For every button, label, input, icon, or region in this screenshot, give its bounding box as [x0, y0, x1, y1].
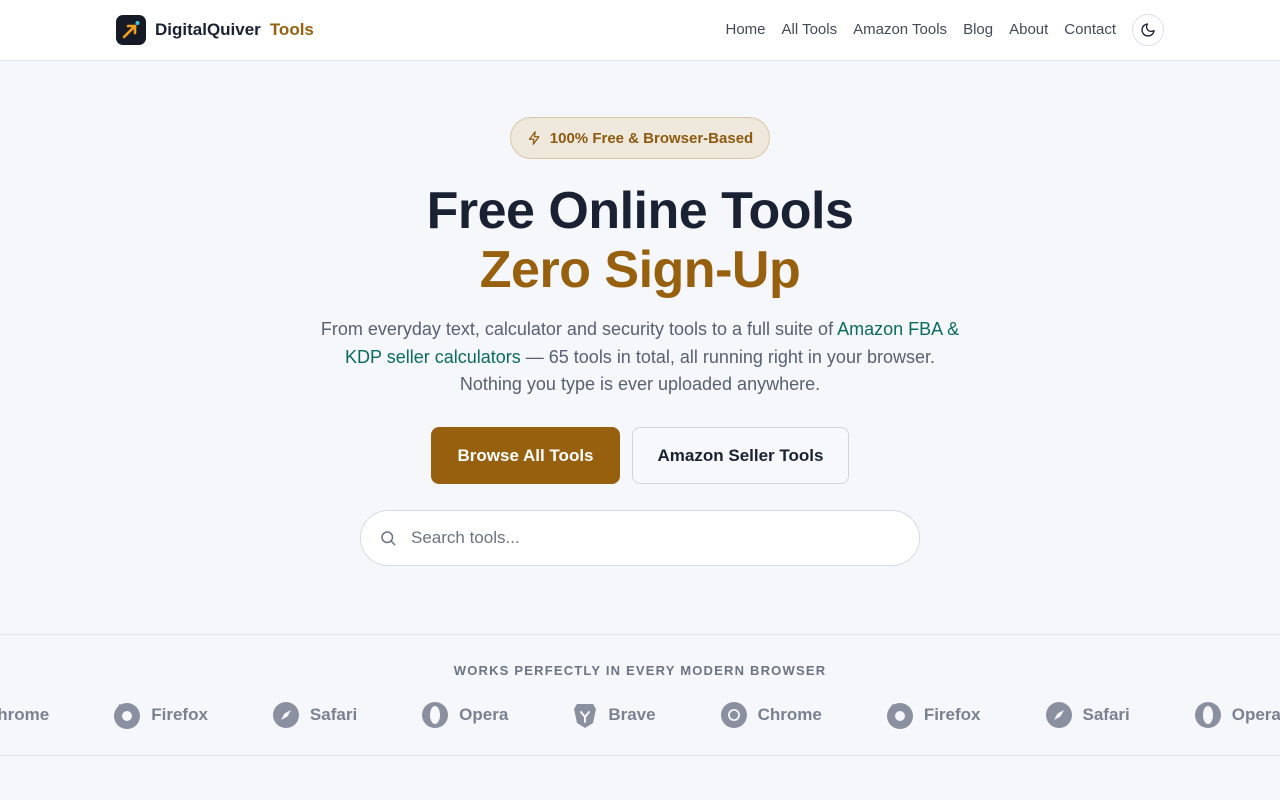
browser-name: Safari — [1082, 705, 1130, 724]
nav-all-tools[interactable]: All Tools — [782, 14, 838, 46]
search-icon — [381, 531, 396, 546]
tool-search[interactable] — [360, 510, 920, 566]
theme-toggle-button[interactable] — [1132, 14, 1164, 46]
nav-blog[interactable]: Blog — [963, 14, 993, 46]
browser-item-firefox: Firefox — [113, 699, 208, 731]
strip-title: WORKS PERFECTLY IN EVERY MODERN BROWSER — [453, 663, 827, 678]
browse-all-tools-button[interactable]: Browse All Tools — [431, 427, 620, 484]
lightning-icon — [528, 131, 540, 145]
main-nav: Home All Tools Amazon Tools Blog About C… — [726, 14, 1164, 46]
browser-item-brave: Brave — [572, 699, 656, 731]
browser-name: Firefox — [151, 705, 208, 724]
nav-contact[interactable]: Contact — [1064, 14, 1116, 46]
browser-name: Firefox — [923, 705, 981, 724]
browser-name: Opera — [459, 705, 509, 724]
site-header: DigitalQuiver Tools Home All Tools Amazo… — [0, 0, 1280, 61]
browser-name: Brave — [608, 705, 656, 724]
safari-icon — [272, 702, 299, 728]
opera-icon — [1194, 702, 1221, 728]
hero-subtitle: Zero Sign-Up — [479, 241, 801, 299]
nav-about[interactable]: About — [1009, 14, 1048, 46]
browser-item-safari: Safari — [1045, 699, 1130, 731]
firefox-icon — [886, 703, 913, 729]
nav-amazon-tools[interactable]: Amazon Tools — [853, 14, 947, 46]
moon-icon — [1141, 23, 1155, 37]
browser-name: Opera — [1231, 705, 1280, 724]
search-input[interactable] — [411, 528, 881, 548]
firefox-icon — [114, 703, 141, 729]
browser-name: Chrome — [757, 705, 822, 724]
opera-icon — [422, 702, 449, 728]
browser-item-chrome: Chrome — [720, 699, 822, 731]
hero-description: From everyday text, calculator and secur… — [320, 316, 960, 399]
browser-marquee: Chrome Firefox Safari Opera Brave Chrome… — [0, 699, 1280, 731]
brand-accent: Tools — [269, 20, 314, 39]
browser-item-firefox: Firefox — [886, 699, 981, 731]
browser-name: Safari — [309, 705, 358, 724]
lead-text-1: From everyday text, calculator and secur… — [320, 319, 838, 339]
brave-icon — [574, 704, 597, 728]
amazon-seller-tools-button[interactable]: Amazon Seller Tools — [632, 427, 849, 484]
browser-name: Chrome — [0, 705, 50, 724]
free-badge: 100% Free & Browser-Based — [510, 117, 770, 159]
safari-icon — [1045, 702, 1072, 728]
brand-logo[interactable]: DigitalQuiver Tools — [116, 15, 314, 45]
chrome-icon — [720, 702, 747, 728]
browser-item-safari: Safari — [272, 699, 357, 731]
brand-name: DigitalQuiver — [155, 20, 261, 39]
lead-text-2: — 65 tools in total, all running right i… — [459, 346, 935, 395]
arrow-logo-icon — [116, 15, 146, 45]
nav-home[interactable]: Home — [726, 14, 766, 46]
hero-title: Free Online Tools — [426, 182, 854, 240]
browser-item-opera: Opera — [421, 699, 508, 731]
browser-item-chrome: Chrome — [0, 699, 49, 731]
browser-item-opera: Opera — [1194, 699, 1280, 731]
badge-label: 100% Free & Browser-Based — [549, 129, 754, 147]
browser-compatibility-strip: WORKS PERFECTLY IN EVERY MODERN BROWSER … — [0, 634, 1280, 756]
